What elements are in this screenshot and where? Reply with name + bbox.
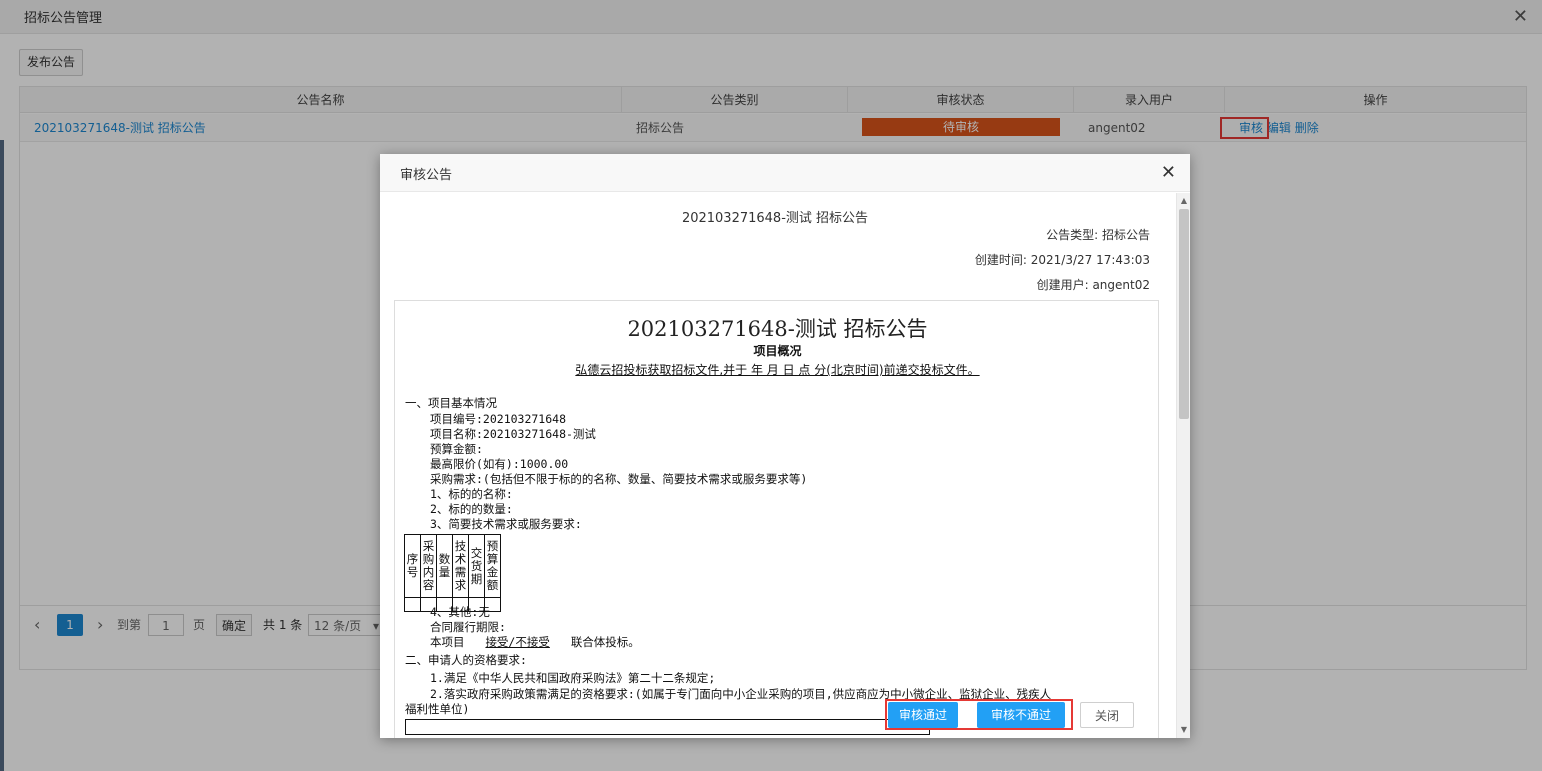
- doc-qualification-1: 1.满足《中华人民共和国政府采购法》第二十二条规定;: [430, 671, 716, 685]
- doc-max-price: 最高限价(如有):1000.00: [430, 457, 569, 471]
- requirements-table: 序号 采购内容 数量 技术需求 交货期 预算金额: [404, 534, 501, 612]
- doc-summary: 弘德云招投标获取招标文件,并于 年 月 日 点 分(北京时间)前递交投标文件。: [395, 361, 1160, 378]
- doc-demand-3: 3、简要技术需求或服务要求:: [430, 517, 582, 531]
- announcement-title: 202103271648-测试 招标公告: [681, 211, 869, 226]
- doc-demand-2: 2、标的的数量:: [430, 502, 513, 516]
- close-icon[interactable]: ✕: [1161, 162, 1176, 183]
- doc-consortium-post: 联合体投标。: [570, 635, 640, 649]
- doc-qualification-2b: 福利性单位): [405, 702, 470, 716]
- doc-title: 202103271648-测试 招标公告: [627, 317, 928, 341]
- scroll-thumb[interactable]: [1179, 209, 1189, 419]
- doc-consortium-mid: 接受/不接受: [485, 635, 550, 649]
- doc-empty-box: [405, 719, 930, 735]
- meta-created: 创建时间: 2021/3/27 17:43:03: [975, 251, 1150, 268]
- doc-subtitle: 项目概况: [753, 344, 802, 358]
- doc-demand: 采购需求:(包括但不限于标的的名称、数量、简要技术需求或服务要求等): [430, 472, 808, 486]
- meta-user-value: angent02: [1092, 278, 1150, 292]
- table-cell: 采购内容: [420, 534, 437, 598]
- meta-created-label: 创建时间:: [974, 253, 1027, 267]
- doc-budget: 预算金额:: [430, 442, 483, 456]
- dialog-title-bar: 审核公告 ✕: [380, 154, 1190, 192]
- left-edge-strip: [0, 140, 4, 771]
- doc-consortium-pre: 本项目: [430, 635, 465, 649]
- doc-section-2: 二、申请人的资格要求:: [405, 653, 527, 667]
- dialog-scrollbar[interactable]: ▲ ▼: [1176, 193, 1190, 738]
- doc-section-1: 一、项目基本情况: [405, 396, 497, 410]
- dialog-title: 审核公告: [400, 168, 453, 183]
- meta-user-label: 创建用户:: [1036, 278, 1089, 292]
- doc-consortium: 本项目 接受/不接受 联合体投标。: [430, 635, 640, 650]
- doc-project-name: 项目名称:202103271648-测试: [430, 427, 596, 441]
- table-cell: 交货期: [468, 534, 485, 598]
- action-highlight-box: [885, 699, 1073, 730]
- table-cell: 技术需求: [452, 534, 469, 598]
- dialog-body: 202103271648-测试 招标公告 公告类型: 招标公告 创建时间: 20…: [380, 193, 1176, 738]
- meta-created-value: 2021/3/27 17:43:03: [1030, 253, 1150, 267]
- meta-type-label: 公告类型:: [1046, 228, 1099, 242]
- table-cell: 数量: [436, 534, 453, 598]
- table-cell: [404, 597, 421, 612]
- meta-type-value: 招标公告: [1101, 228, 1150, 242]
- meta-user: 创建用户: angent02: [1037, 276, 1150, 293]
- scroll-down-icon[interactable]: ▼: [1177, 724, 1191, 736]
- table-cell: 预算金额: [484, 534, 501, 598]
- doc-project-code: 项目编号:202103271648: [430, 412, 567, 426]
- doc-other: 4、其他:无: [430, 605, 490, 619]
- doc-demand-1: 1、标的的名称:: [430, 487, 513, 501]
- meta-type: 公告类型: 招标公告: [1046, 226, 1150, 243]
- review-dialog: 审核公告 ✕ 202103271648-测试 招标公告 公告类型: 招标公告 创…: [380, 154, 1190, 738]
- scroll-up-icon[interactable]: ▲: [1177, 195, 1191, 207]
- table-cell: 序号: [404, 534, 421, 598]
- doc-period: 合同履行期限:: [430, 620, 506, 634]
- doc-summary-text: 弘德云招投标获取招标文件,并于 年 月 日 点 分(北京时间)前递交投标文件。: [575, 363, 980, 377]
- announcement-document: 202103271648-测试 招标公告 项目概况 弘德云招投标获取招标文件,并…: [394, 300, 1159, 738]
- close-button[interactable]: 关闭: [1080, 702, 1134, 728]
